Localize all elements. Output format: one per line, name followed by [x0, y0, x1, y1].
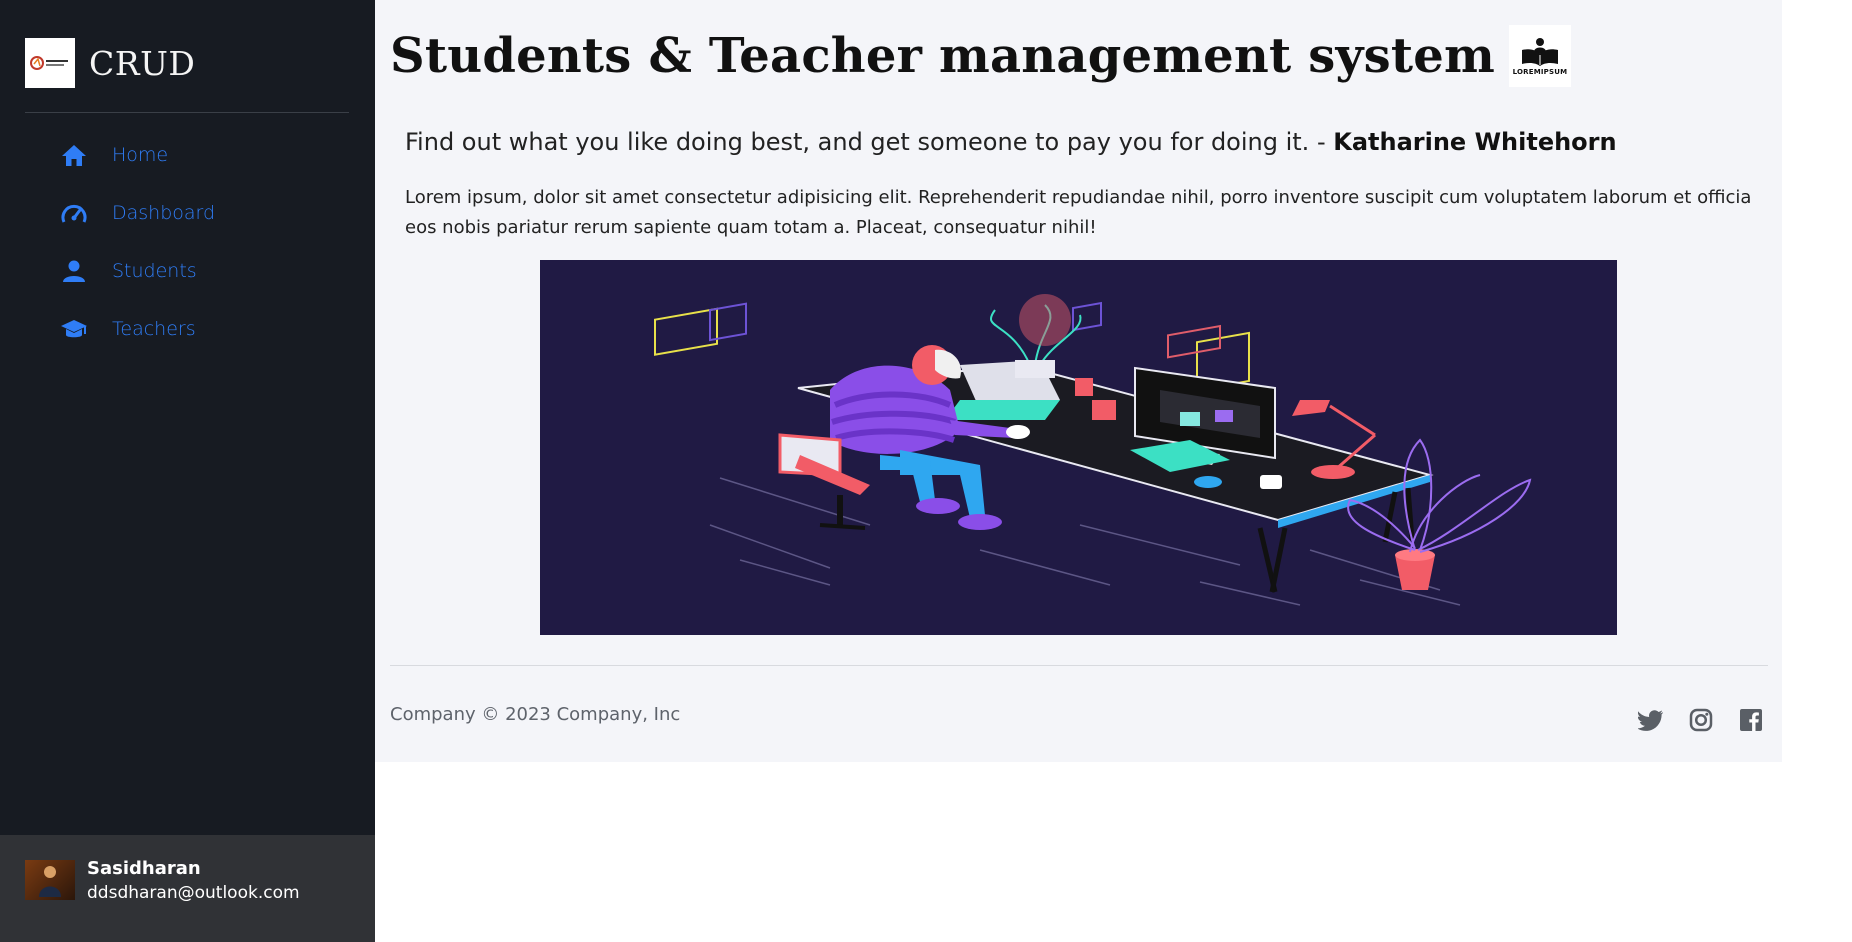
hero-illustration [540, 260, 1617, 635]
person-icon [58, 255, 90, 287]
quote-author: Katharine Whitehorn [1333, 128, 1617, 156]
avatar [25, 860, 75, 900]
home-icon [58, 139, 90, 171]
copyright: Company © 2023 Company, Inc [390, 704, 681, 725]
sidebar-nav: Home Dashboard Students Teachers [58, 126, 215, 358]
brand[interactable]: CRUD [25, 37, 195, 89]
sidebar-item-teachers[interactable]: Teachers [58, 300, 215, 358]
facebook-icon[interactable] [1737, 706, 1765, 734]
main-content: Students & Teacher management system LOR… [375, 0, 1782, 762]
instagram-icon[interactable] [1687, 706, 1715, 734]
brand-title: CRUD [89, 43, 196, 83]
sidebar-item-label: Home [112, 144, 169, 166]
speedometer-icon [58, 197, 90, 229]
sidebar-item-label: Teachers [112, 318, 196, 340]
header-logo-text: LOREMIPSUM [1512, 68, 1568, 76]
user-name: Sasidharan [87, 858, 201, 879]
sidebar-divider [25, 112, 349, 113]
sidebar: CRUD Home Dashboard Students Teachers Sa… [0, 0, 375, 942]
sidebar-item-dashboard[interactable]: Dashboard [58, 184, 215, 242]
footer-divider [390, 665, 1768, 666]
twitter-icon[interactable] [1637, 706, 1665, 734]
social-links [1637, 706, 1765, 734]
sidebar-item-label: Dashboard [112, 202, 216, 224]
intro-paragraph: Lorem ipsum, dolor sit amet consectetur … [405, 187, 1752, 238]
sidebar-item-home[interactable]: Home [58, 126, 215, 184]
page-title: Students & Teacher management system [390, 28, 1495, 84]
user-email: ddsdharan@outlook.com [87, 883, 300, 903]
user-panel[interactable]: Sasidharan ddsdharan@outlook.com [0, 835, 375, 942]
sidebar-item-label: Students [112, 260, 197, 282]
education-logo-icon [25, 38, 75, 88]
sidebar-item-students[interactable]: Students [58, 242, 215, 300]
graduation-cap-icon [58, 313, 90, 345]
book-logo-icon: LOREMIPSUM [1508, 25, 1571, 87]
quote: Find out what you like doing best, and g… [405, 128, 1617, 156]
quote-text: Find out what you like doing best, and g… [405, 128, 1334, 156]
page-header: Students & Teacher management system LOR… [390, 24, 1571, 88]
